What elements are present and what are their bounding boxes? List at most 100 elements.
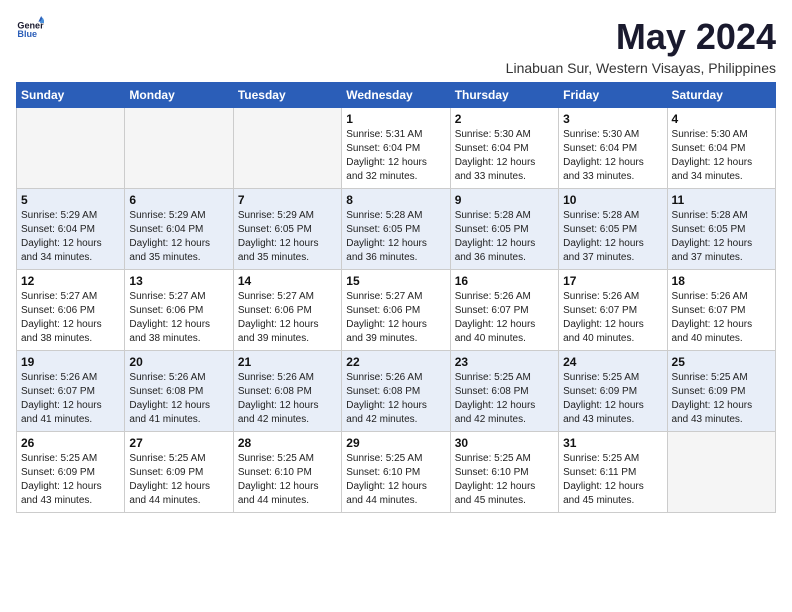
day-info: Sunrise: 5:28 AM Sunset: 6:05 PM Dayligh… (455, 209, 554, 265)
day-of-week-header: Tuesday (233, 83, 341, 108)
day-info: Sunrise: 5:28 AM Sunset: 6:05 PM Dayligh… (346, 209, 445, 265)
calendar-cell: 18 Sunrise: 5:26 AM Sunset: 6:07 PM Dayli… (667, 270, 775, 351)
day-of-week-header: Wednesday (342, 83, 450, 108)
day-info: Sunrise: 5:25 AM Sunset: 6:09 PM Dayligh… (21, 452, 120, 508)
day-number: 9 (455, 193, 554, 207)
calendar-cell (17, 108, 125, 189)
day-number: 23 (455, 355, 554, 369)
calendar-cell: 12 Sunrise: 5:27 AM Sunset: 6:06 PM Dayli… (17, 270, 125, 351)
day-number: 21 (238, 355, 337, 369)
day-number: 3 (563, 112, 662, 126)
day-info: Sunrise: 5:26 AM Sunset: 6:07 PM Dayligh… (672, 290, 771, 346)
calendar-cell (233, 108, 341, 189)
day-number: 24 (563, 355, 662, 369)
day-info: Sunrise: 5:25 AM Sunset: 6:10 PM Dayligh… (455, 452, 554, 508)
day-info: Sunrise: 5:28 AM Sunset: 6:05 PM Dayligh… (672, 209, 771, 265)
subtitle: Linabuan Sur, Western Visayas, Philippin… (506, 60, 776, 76)
calendar-cell: 7 Sunrise: 5:29 AM Sunset: 6:05 PM Daylig… (233, 189, 341, 270)
calendar-cell: 19 Sunrise: 5:26 AM Sunset: 6:07 PM Dayli… (17, 351, 125, 432)
day-number: 16 (455, 274, 554, 288)
day-of-week-header: Monday (125, 83, 233, 108)
calendar-cell: 9 Sunrise: 5:28 AM Sunset: 6:05 PM Daylig… (450, 189, 558, 270)
day-number: 29 (346, 436, 445, 450)
day-number: 6 (129, 193, 228, 207)
day-info: Sunrise: 5:25 AM Sunset: 6:08 PM Dayligh… (455, 371, 554, 427)
calendar-cell: 14 Sunrise: 5:27 AM Sunset: 6:06 PM Dayli… (233, 270, 341, 351)
calendar-cell: 16Sunrise: 5:26 AM Sunset: 6:07 PM Dayli… (450, 270, 558, 351)
calendar-cell: 4 Sunrise: 5:30 AM Sunset: 6:04 PM Daylig… (667, 108, 775, 189)
day-info: Sunrise: 5:29 AM Sunset: 6:04 PM Dayligh… (129, 209, 228, 265)
day-info: Sunrise: 5:26 AM Sunset: 6:08 PM Dayligh… (238, 371, 337, 427)
day-info: Sunrise: 5:25 AM Sunset: 6:10 PM Dayligh… (346, 452, 445, 508)
day-number: 22 (346, 355, 445, 369)
day-number: 5 (21, 193, 120, 207)
calendar-cell: 10 Sunrise: 5:28 AM Sunset: 6:05 PM Dayli… (559, 189, 667, 270)
calendar-cell: 17 Sunrise: 5:26 AM Sunset: 6:07 PM Dayli… (559, 270, 667, 351)
logo-icon: General Blue (16, 16, 44, 44)
calendar-cell: 27Sunrise: 5:25 AM Sunset: 6:09 PM Dayli… (125, 432, 233, 513)
day-number: 15 (346, 274, 445, 288)
day-number: 2 (455, 112, 554, 126)
day-info: Sunrise: 5:25 AM Sunset: 6:10 PM Dayligh… (238, 452, 337, 508)
day-info: Sunrise: 5:27 AM Sunset: 6:06 PM Dayligh… (238, 290, 337, 346)
day-number: 14 (238, 274, 337, 288)
day-of-week-header: Friday (559, 83, 667, 108)
day-number: 7 (238, 193, 337, 207)
calendar-cell: 29 Sunrise: 5:25 AM Sunset: 6:10 PM Dayli… (342, 432, 450, 513)
day-number: 28 (238, 436, 337, 450)
day-info: Sunrise: 5:26 AM Sunset: 6:08 PM Dayligh… (129, 371, 228, 427)
day-number: 20 (129, 355, 228, 369)
day-info: Sunrise: 5:29 AM Sunset: 6:05 PM Dayligh… (238, 209, 337, 265)
calendar-cell: 3Sunrise: 5:30 AM Sunset: 6:04 PM Daylig… (559, 108, 667, 189)
day-number: 30 (455, 436, 554, 450)
calendar-cell: 5 Sunrise: 5:29 AM Sunset: 6:04 PM Daylig… (17, 189, 125, 270)
day-number: 12 (21, 274, 120, 288)
day-info: Sunrise: 5:25 AM Sunset: 6:11 PM Dayligh… (563, 452, 662, 508)
calendar-cell: 2Sunrise: 5:30 AM Sunset: 6:04 PM Daylig… (450, 108, 558, 189)
calendar-cell: 15 Sunrise: 5:27 AM Sunset: 6:06 PM Dayli… (342, 270, 450, 351)
day-info: Sunrise: 5:25 AM Sunset: 6:09 PM Dayligh… (672, 371, 771, 427)
calendar-cell: 24 Sunrise: 5:25 AM Sunset: 6:09 PM Dayli… (559, 351, 667, 432)
main-title: May 2024 (506, 16, 776, 58)
calendar-cell: 30 Sunrise: 5:25 AM Sunset: 6:10 PM Dayli… (450, 432, 558, 513)
calendar-cell: 1Sunrise: 5:31 AM Sunset: 6:04 PM Daylig… (342, 108, 450, 189)
calendar-cell: 25 Sunrise: 5:25 AM Sunset: 6:09 PM Dayli… (667, 351, 775, 432)
day-number: 27 (129, 436, 228, 450)
calendar-cell: 13 Sunrise: 5:27 AM Sunset: 6:06 PM Dayli… (125, 270, 233, 351)
day-number: 19 (21, 355, 120, 369)
header: General Blue May 2024 Linabuan Sur, West… (16, 16, 776, 76)
calendar-cell: 23 Sunrise: 5:25 AM Sunset: 6:08 PM Dayli… (450, 351, 558, 432)
day-info: Sunrise: 5:29 AM Sunset: 6:04 PM Dayligh… (21, 209, 120, 265)
day-of-week-header: Sunday (17, 83, 125, 108)
day-info: Sunrise: 5:30 AM Sunset: 6:04 PM Dayligh… (672, 128, 771, 184)
svg-text:Blue: Blue (17, 29, 37, 39)
title-area: May 2024 Linabuan Sur, Western Visayas, … (506, 16, 776, 76)
day-info: Sunrise: 5:28 AM Sunset: 6:05 PM Dayligh… (563, 209, 662, 265)
day-number: 18 (672, 274, 771, 288)
day-info: Sunrise: 5:27 AM Sunset: 6:06 PM Dayligh… (346, 290, 445, 346)
calendar-cell: 28 Sunrise: 5:25 AM Sunset: 6:10 PM Dayli… (233, 432, 341, 513)
day-number: 11 (672, 193, 771, 207)
calendar-cell: 11 Sunrise: 5:28 AM Sunset: 6:05 PM Dayli… (667, 189, 775, 270)
day-info: Sunrise: 5:27 AM Sunset: 6:06 PM Dayligh… (21, 290, 120, 346)
day-number: 13 (129, 274, 228, 288)
calendar-cell: 21 Sunrise: 5:26 AM Sunset: 6:08 PM Dayli… (233, 351, 341, 432)
calendar-cell: 26 Sunrise: 5:25 AM Sunset: 6:09 PM Dayli… (17, 432, 125, 513)
day-of-week-header: Saturday (667, 83, 775, 108)
day-info: Sunrise: 5:25 AM Sunset: 6:09 PM Dayligh… (563, 371, 662, 427)
day-number: 10 (563, 193, 662, 207)
day-info: Sunrise: 5:26 AM Sunset: 6:07 PM Dayligh… (21, 371, 120, 427)
calendar-cell: 20 Sunrise: 5:26 AM Sunset: 6:08 PM Dayli… (125, 351, 233, 432)
calendar-table: SundayMondayTuesdayWednesdayThursdayFrid… (16, 82, 776, 513)
day-info: Sunrise: 5:27 AM Sunset: 6:06 PM Dayligh… (129, 290, 228, 346)
calendar-cell (125, 108, 233, 189)
day-info: Sunrise: 5:31 AM Sunset: 6:04 PM Dayligh… (346, 128, 445, 184)
day-info: Sunrise: 5:26 AM Sunset: 6:07 PM Dayligh… (563, 290, 662, 346)
day-number: 25 (672, 355, 771, 369)
day-number: 8 (346, 193, 445, 207)
day-number: 4 (672, 112, 771, 126)
day-number: 26 (21, 436, 120, 450)
calendar-cell: 31Sunrise: 5:25 AM Sunset: 6:11 PM Dayli… (559, 432, 667, 513)
calendar-cell: 22Sunrise: 5:26 AM Sunset: 6:08 PM Dayli… (342, 351, 450, 432)
day-number: 17 (563, 274, 662, 288)
